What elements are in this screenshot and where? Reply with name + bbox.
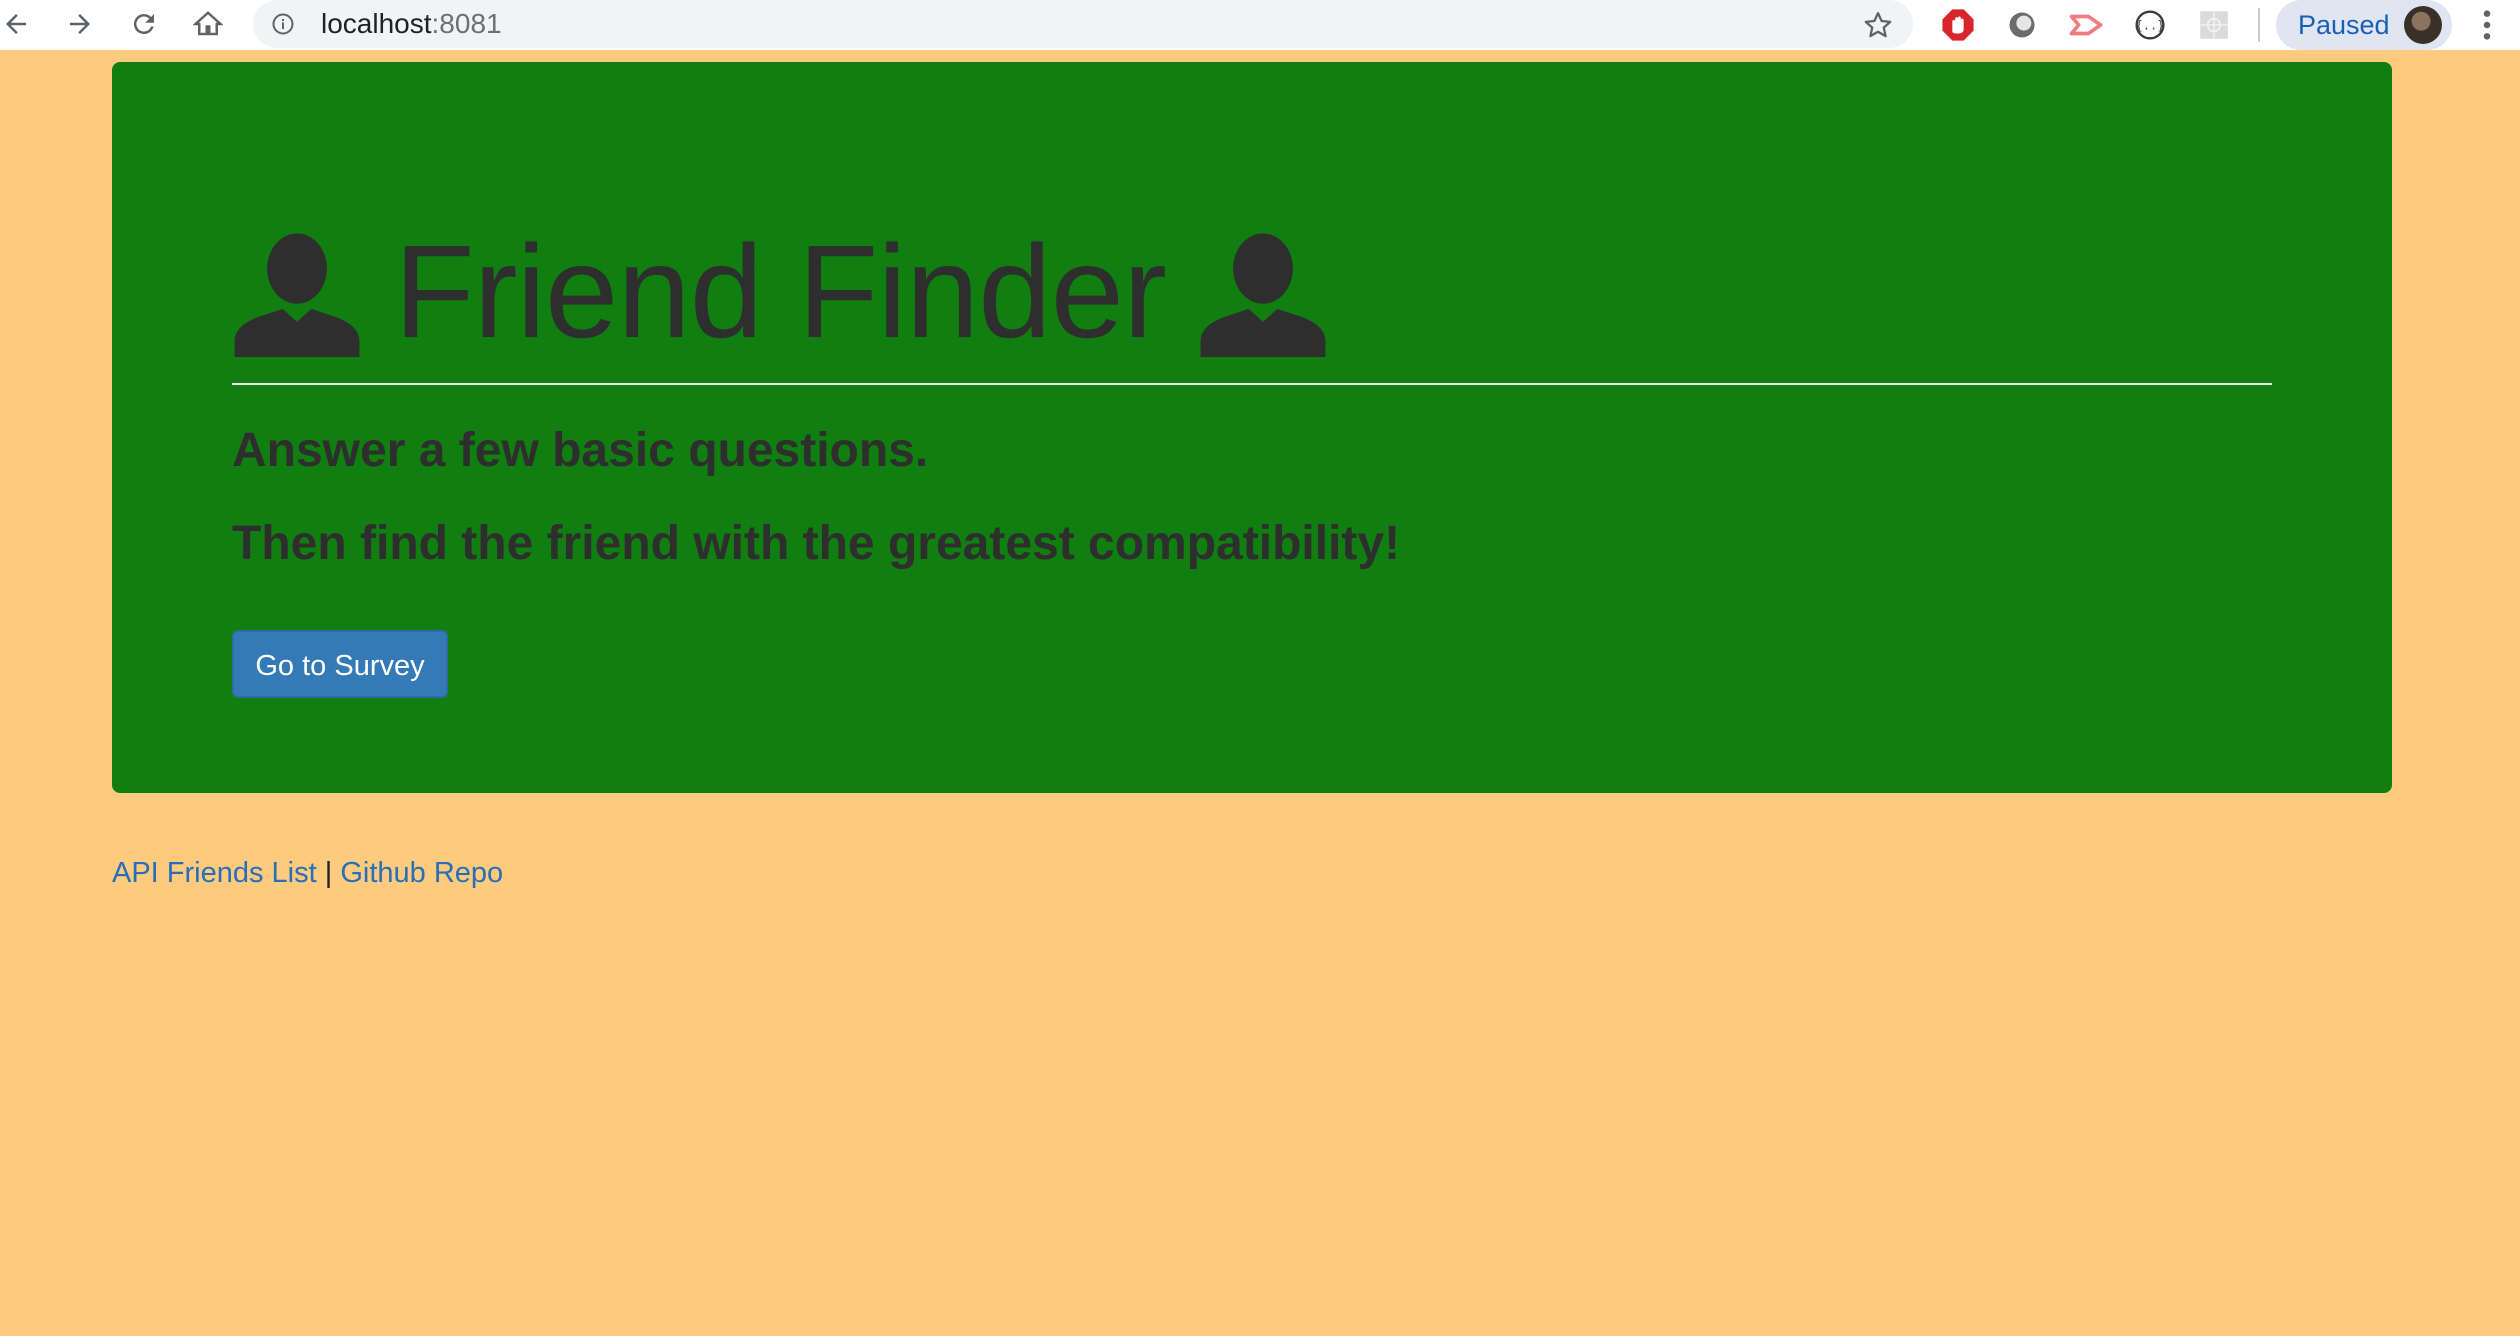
toolbar-separator [2258, 8, 2260, 42]
grid-extension[interactable] [2196, 7, 2232, 43]
url-port: :8081 [431, 8, 502, 39]
url-host: localhost [321, 8, 432, 39]
home-button[interactable] [188, 4, 228, 44]
extension-arrow-icon [2069, 14, 2103, 36]
user-icon [234, 233, 360, 357]
address-bar[interactable]: localhost:8081 [253, 0, 1913, 48]
divider [232, 383, 2272, 385]
profile-button[interactable]: Paused [2276, 0, 2452, 50]
adblock-extension[interactable] [1940, 7, 1976, 43]
circle-extension[interactable] [2004, 7, 2040, 43]
extension-code-icon: {..} [2135, 10, 2165, 40]
star-icon[interactable] [1863, 10, 1893, 40]
adblock-icon [1942, 9, 1974, 41]
user-icon [1200, 233, 1326, 357]
reload-button[interactable] [124, 4, 164, 44]
github-repo-link[interactable]: Github Repo [340, 857, 503, 889]
arrow-extension[interactable] [2068, 7, 2104, 43]
back-button[interactable] [0, 4, 36, 44]
footer: API Friends List | Github Repo [112, 855, 503, 891]
reload-icon [133, 14, 154, 35]
info-icon[interactable] [271, 12, 295, 36]
extension-grid-icon [2200, 11, 2228, 39]
lead-text-2: Then find the friend with the greatest c… [232, 517, 1401, 570]
api-friends-list-link[interactable]: API Friends List [112, 857, 317, 889]
page-title: Friend Finder [394, 218, 1167, 365]
svg-text:{..}: {..} [2136, 19, 2165, 33]
avatar [2404, 6, 2442, 44]
forward-arrow-icon [70, 14, 90, 34]
profile-status: Paused [2298, 10, 2390, 40]
footer-separator: | [324, 857, 333, 889]
url-text[interactable]: localhost:8081 [321, 8, 502, 40]
home-icon [193, 11, 223, 36]
code-extension[interactable]: {..} [2132, 7, 2168, 43]
jumbotron: Friend Finder Answer a few basic questio… [112, 62, 2392, 793]
back-arrow-icon [6, 14, 26, 34]
browser-toolbar: localhost:8081 {..} Paused [0, 0, 2520, 50]
extension-circle-icon [2009, 12, 2035, 38]
forward-button[interactable] [60, 4, 100, 44]
menu-dots-icon[interactable] [2472, 8, 2502, 42]
go-to-survey-button[interactable]: Go to Survey [232, 630, 448, 698]
lead-text-1: Answer a few basic questions. [232, 424, 929, 477]
title-row: Friend Finder [232, 192, 1328, 392]
